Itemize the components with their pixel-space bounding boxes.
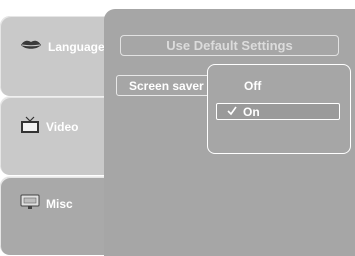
tab-video[interactable]: Video (0, 96, 110, 175)
tv-icon (20, 116, 40, 137)
tab-language[interactable]: Language (0, 16, 110, 96)
option-on[interactable]: On (216, 103, 340, 120)
screen-saver-setting[interactable]: Screen saver (116, 75, 214, 96)
option-off-label: Off (244, 78, 262, 93)
use-default-settings-button[interactable]: Use Default Settings (120, 35, 339, 56)
option-on-label: On (243, 104, 260, 119)
screen-saver-dropdown: Off On (207, 64, 351, 154)
tab-misc-label: Misc (46, 196, 73, 211)
lips-icon (20, 39, 42, 54)
misc-icon (20, 194, 40, 213)
checkmark-icon (227, 105, 237, 119)
tab-language-label: Language (48, 39, 105, 54)
tab-video-label: Video (46, 119, 79, 134)
option-off[interactable]: Off (216, 77, 340, 94)
tab-misc[interactable]: Misc (0, 176, 110, 255)
